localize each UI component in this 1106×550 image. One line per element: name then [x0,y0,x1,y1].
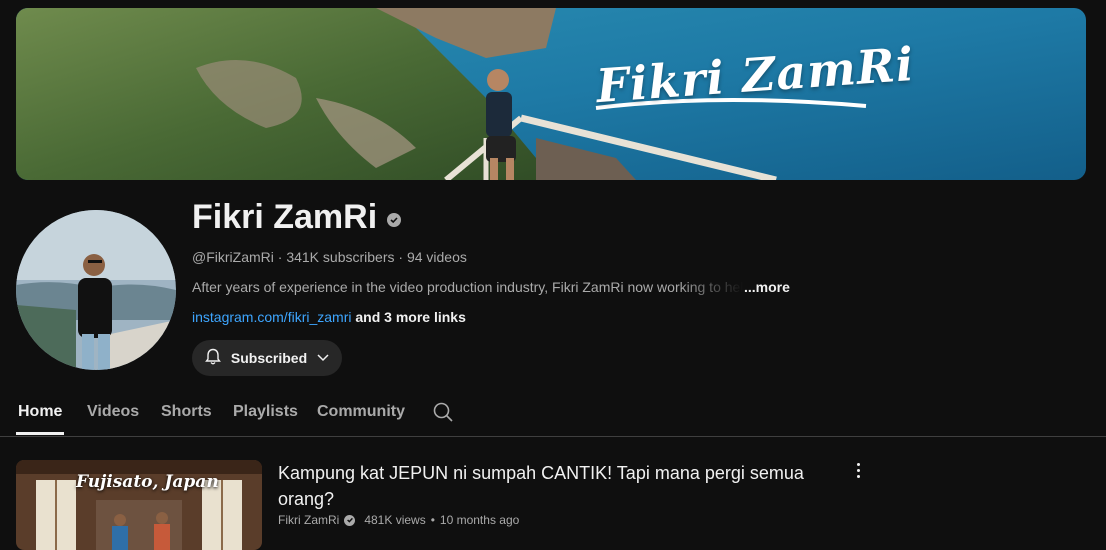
channel-avatar[interactable] [16,210,176,370]
verified-icon [344,514,356,526]
subscribed-button[interactable]: Subscribed [192,340,342,376]
search-icon[interactable] [432,401,454,428]
video-meta: Fikri ZamRi 481K views • 10 months ago [278,513,519,527]
video-channel-name[interactable]: Fikri ZamRi [278,513,339,527]
avatar-image [16,210,176,370]
channel-name: Fikri ZamRi [192,198,402,237]
subscriber-count: 341K subscribers [286,249,395,265]
meta-separator: • [430,513,435,527]
active-tab-indicator [16,432,64,435]
bell-icon [203,347,223,370]
instagram-link[interactable]: instagram.com/fikri_zamri [192,309,351,325]
tab-shorts[interactable]: Shorts [161,403,212,421]
tab-home[interactable]: Home [18,403,62,421]
tab-community[interactable]: Community [317,403,405,421]
channel-banner: Fikri ZamRi [16,8,1086,180]
description-text: After years of experience in the video p… [192,279,744,295]
video-thumbnail[interactable]: Fujisato, Japan [16,460,262,550]
banner-image [16,8,1086,180]
subscribed-label: Subscribed [230,350,308,366]
chevron-down-icon [315,349,331,368]
video-views: 481K views [364,513,426,527]
tab-videos[interactable]: Videos [87,403,139,421]
channel-meta: @FikriZamRi · 341K subscribers · 94 vide… [192,249,467,265]
thumbnail-caption: Fujisato, Japan [76,472,219,492]
channel-description[interactable]: After years of experience in the video p… [192,279,790,295]
more-links-button[interactable]: and 3 more links [355,309,465,325]
video-count: 94 videos [406,249,467,265]
channel-name-text: Fikri ZamRi [192,198,378,236]
channel-handle: @FikriZamRi [192,249,274,265]
verified-icon [387,212,402,227]
channel-links: instagram.com/fikri_zamri and 3 more lin… [192,309,466,325]
meta-separator: · [277,249,283,265]
channel-tabs: Home Videos Shorts Playlists Community [0,390,1106,437]
meta-separator: · [398,249,404,265]
video-age: 10 months ago [439,513,520,527]
description-more-link[interactable]: ...more [744,279,790,295]
video-title[interactable]: Kampung kat JEPUN ni sumpah CANTIK! Tapi… [278,460,818,512]
tab-playlists[interactable]: Playlists [233,403,298,421]
more-vert-icon[interactable] [850,458,866,482]
